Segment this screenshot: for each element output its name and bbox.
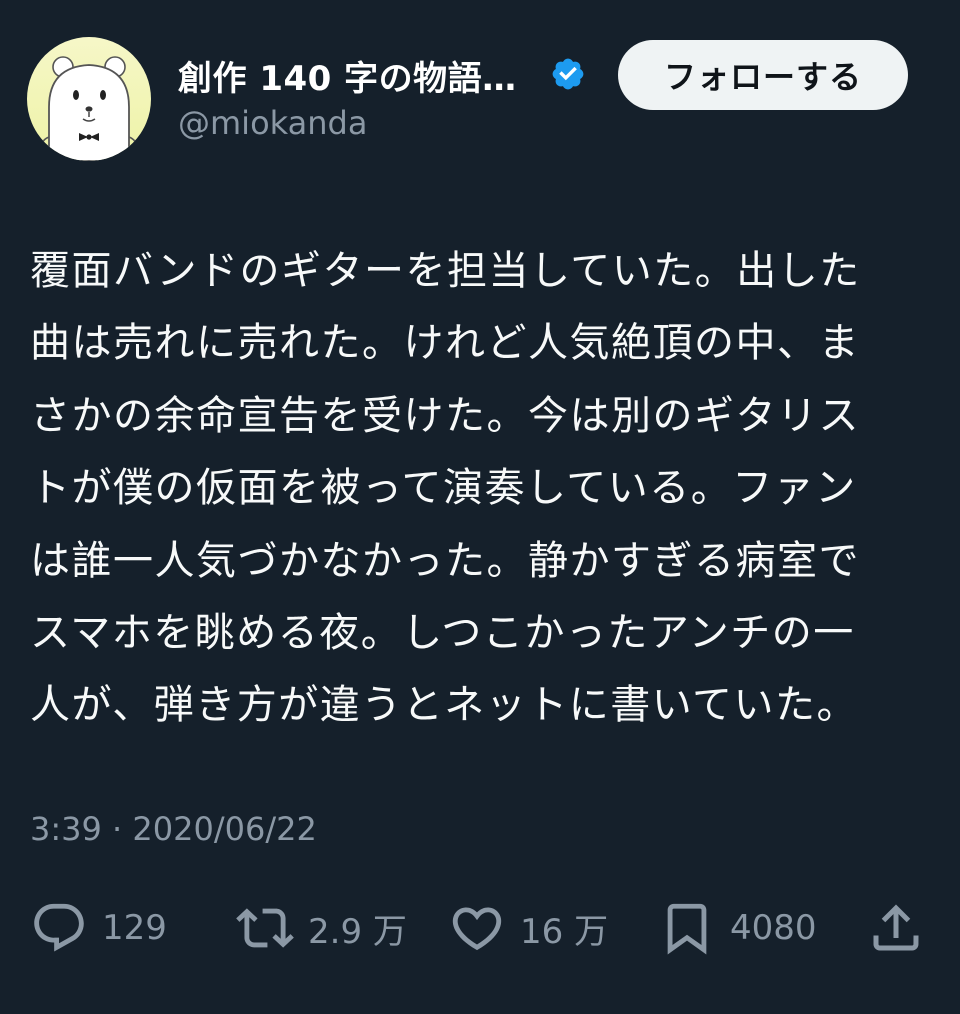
action-bar: 129 2.9 万 16 万 4080 [0,896,960,960]
follow-button[interactable]: フォローする [618,40,908,110]
bookmark-button[interactable]: 4080 [658,896,817,960]
bookmark-count: 4080 [730,908,817,948]
tweet-line: は誰一人気づかなかった。静かすぎる病室で [30,537,860,584]
avatar[interactable] [27,37,151,161]
like-button[interactable]: 16 万 [448,896,608,960]
tweet-line: 曲は売れに売れた。けれど人気絶頂の中、ま [30,320,860,367]
tweet-line: 人が、弾き方が違うとネットに書いていた。 [30,682,858,729]
author-display-name[interactable]: 創作 140 字の物語… [178,50,517,100]
retweet-icon [236,908,294,948]
tweet-line: トが僕の仮面を被って演奏している。ファン [30,465,857,512]
like-count: 16 万 [520,911,609,952]
tweet-text: 覆面バンドのギターを担当していた。出した 曲は売れに売れた。けれど人気絶頂の中、… [30,235,930,742]
tweet-line: さかの余命宣告を受けた。今は別のギタリス [30,392,860,439]
reply-count: 129 [102,908,167,948]
tweet-line: スマホを眺める夜。しつこかったアンチの一 [30,610,855,657]
retweet-count: 2.9 万 [308,911,407,952]
reply-icon [34,903,84,952]
share-icon [873,904,919,951]
bookmark-icon [667,903,707,955]
retweet-button[interactable]: 2.9 万 [232,896,407,960]
bear-avatar-icon [27,37,151,161]
tweet-timestamp[interactable]: 3:39 · 2020/06/22 [30,810,317,848]
tweet-line: 覆面バンドのギターを担当していた。出した [30,248,861,294]
reply-button[interactable]: 129 [30,896,167,960]
share-button[interactable] [866,896,926,960]
heart-icon [452,907,502,951]
verified-badge-icon [552,58,584,90]
author-handle[interactable]: @miokanda [178,104,367,142]
